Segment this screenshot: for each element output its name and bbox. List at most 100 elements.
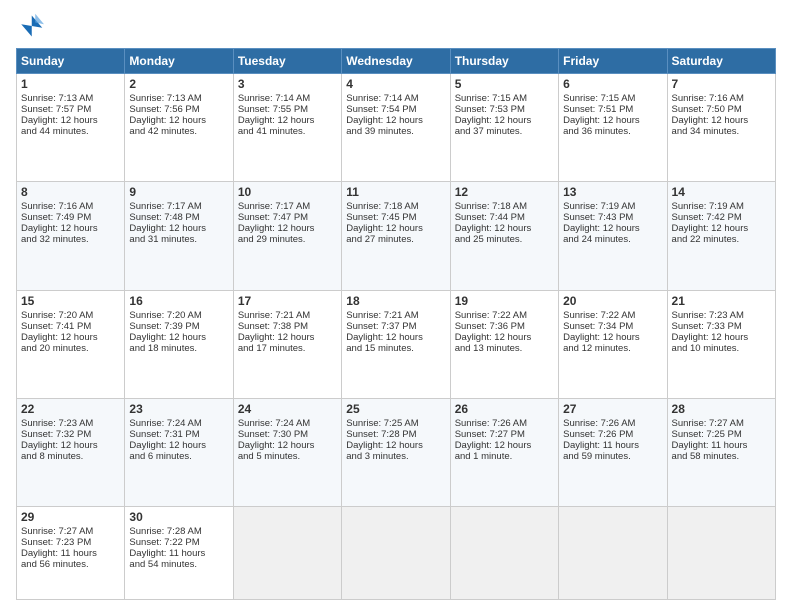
day-number: 8 — [21, 185, 120, 199]
day-info: Sunset: 7:49 PM — [21, 212, 120, 223]
day-number: 1 — [21, 77, 120, 91]
day-info: Sunset: 7:50 PM — [672, 104, 771, 115]
day-number: 16 — [129, 294, 228, 308]
day-info: and 42 minutes. — [129, 126, 228, 137]
day-info: Sunrise: 7:28 AM — [129, 526, 228, 537]
day-info: and 22 minutes. — [672, 234, 771, 245]
day-info: Sunrise: 7:14 AM — [346, 93, 445, 104]
day-number: 10 — [238, 185, 337, 199]
calendar-cell: 6Sunrise: 7:15 AMSunset: 7:51 PMDaylight… — [559, 74, 667, 182]
day-info: and 29 minutes. — [238, 234, 337, 245]
header — [16, 12, 776, 40]
calendar-cell: 2Sunrise: 7:13 AMSunset: 7:56 PMDaylight… — [125, 74, 233, 182]
day-info: and 41 minutes. — [238, 126, 337, 137]
day-info: Daylight: 12 hours — [21, 332, 120, 343]
day-info: Sunrise: 7:26 AM — [563, 418, 662, 429]
day-info: and 44 minutes. — [21, 126, 120, 137]
day-info: Sunrise: 7:24 AM — [238, 418, 337, 429]
day-info: Daylight: 12 hours — [563, 115, 662, 126]
calendar-cell: 23 Sunrise: 7:24 AMSunset: 7:31 PMDayligh… — [125, 399, 233, 507]
day-info: Daylight: 12 hours — [129, 440, 228, 451]
day-info: Daylight: 12 hours — [455, 115, 554, 126]
day-info: Sunrise: 7:22 AM — [563, 310, 662, 321]
page: SundayMondayTuesdayWednesdayThursdayFrid… — [0, 0, 792, 612]
day-info: Daylight: 12 hours — [563, 332, 662, 343]
calendar-cell: 14Sunrise: 7:19 AMSunset: 7:42 PMDayligh… — [667, 182, 775, 290]
calendar-cell: 28Sunrise: 7:27 AMSunset: 7:25 PMDayligh… — [667, 399, 775, 507]
calendar-cell: 27Sunrise: 7:26 AMSunset: 7:26 PMDayligh… — [559, 399, 667, 507]
weekday-header: Friday — [559, 49, 667, 74]
day-info: Sunrise: 7:22 AM — [455, 310, 554, 321]
day-info: Sunrise: 7:25 AM — [346, 418, 445, 429]
day-number: 30 — [129, 510, 228, 524]
day-info: Sunset: 7:57 PM — [21, 104, 120, 115]
weekday-header: Wednesday — [342, 49, 450, 74]
day-info: Sunrise: 7:14 AM — [238, 93, 337, 104]
calendar-table: SundayMondayTuesdayWednesdayThursdayFrid… — [16, 48, 776, 600]
day-number: 24 — [238, 402, 337, 416]
day-info: and 5 minutes. — [238, 451, 337, 462]
day-number: 23 — [129, 402, 228, 416]
calendar-cell: 19Sunrise: 7:22 AMSunset: 7:36 PMDayligh… — [450, 290, 558, 398]
day-info: and 8 minutes. — [21, 451, 120, 462]
day-info: and 25 minutes. — [455, 234, 554, 245]
day-info: Sunset: 7:30 PM — [238, 429, 337, 440]
day-info: Sunset: 7:22 PM — [129, 537, 228, 548]
day-info: Daylight: 12 hours — [129, 223, 228, 234]
day-info: Daylight: 12 hours — [346, 223, 445, 234]
day-number: 7 — [672, 77, 771, 91]
day-info: Sunset: 7:41 PM — [21, 321, 120, 332]
day-info: Sunrise: 7:20 AM — [129, 310, 228, 321]
logo — [16, 12, 48, 40]
calendar-cell: 8Sunrise: 7:16 AMSunset: 7:49 PMDaylight… — [17, 182, 125, 290]
day-info: Sunrise: 7:23 AM — [672, 310, 771, 321]
day-info: Sunset: 7:31 PM — [129, 429, 228, 440]
day-info: and 59 minutes. — [563, 451, 662, 462]
day-info: Sunset: 7:32 PM — [21, 429, 120, 440]
day-info: Sunset: 7:48 PM — [129, 212, 228, 223]
day-info: Sunrise: 7:17 AM — [129, 201, 228, 212]
day-info: and 20 minutes. — [21, 343, 120, 354]
calendar-cell: 30 Sunrise: 7:28 AMSunset: 7:22 PMDayligh… — [125, 507, 233, 600]
day-info: Sunrise: 7:21 AM — [346, 310, 445, 321]
calendar-cell — [233, 507, 341, 600]
weekday-header: Monday — [125, 49, 233, 74]
day-info: Daylight: 12 hours — [563, 223, 662, 234]
calendar-cell: 21Sunrise: 7:23 AMSunset: 7:33 PMDayligh… — [667, 290, 775, 398]
day-info: Sunset: 7:37 PM — [346, 321, 445, 332]
calendar-cell: 20Sunrise: 7:22 AMSunset: 7:34 PMDayligh… — [559, 290, 667, 398]
calendar-cell: 18Sunrise: 7:21 AMSunset: 7:37 PMDayligh… — [342, 290, 450, 398]
day-number: 26 — [455, 402, 554, 416]
day-info: Sunset: 7:34 PM — [563, 321, 662, 332]
calendar-cell: 15Sunrise: 7:20 AMSunset: 7:41 PMDayligh… — [17, 290, 125, 398]
day-info: Sunset: 7:43 PM — [563, 212, 662, 223]
day-info: Sunrise: 7:19 AM — [672, 201, 771, 212]
day-number: 6 — [563, 77, 662, 91]
day-info: Sunset: 7:27 PM — [455, 429, 554, 440]
day-info: Daylight: 11 hours — [21, 548, 120, 559]
weekday-header: Saturday — [667, 49, 775, 74]
day-number: 22 — [21, 402, 120, 416]
day-number: 5 — [455, 77, 554, 91]
day-info: and 3 minutes. — [346, 451, 445, 462]
day-info: Sunset: 7:25 PM — [672, 429, 771, 440]
day-info: Daylight: 11 hours — [129, 548, 228, 559]
calendar-cell — [559, 507, 667, 600]
calendar-cell: 29Sunrise: 7:27 AMSunset: 7:23 PMDayligh… — [17, 507, 125, 600]
calendar-cell: 3Sunrise: 7:14 AMSunset: 7:55 PMDaylight… — [233, 74, 341, 182]
day-info: Daylight: 12 hours — [238, 332, 337, 343]
day-number: 18 — [346, 294, 445, 308]
day-info: and 56 minutes. — [21, 559, 120, 570]
day-info: and 18 minutes. — [129, 343, 228, 354]
day-info: Daylight: 12 hours — [672, 332, 771, 343]
day-info: Daylight: 12 hours — [672, 223, 771, 234]
calendar-cell: 5Sunrise: 7:15 AMSunset: 7:53 PMDaylight… — [450, 74, 558, 182]
day-info: Sunset: 7:26 PM — [563, 429, 662, 440]
day-info: and 1 minute. — [455, 451, 554, 462]
calendar-cell: 24Sunrise: 7:24 AMSunset: 7:30 PMDayligh… — [233, 399, 341, 507]
day-number: 29 — [21, 510, 120, 524]
day-info: Daylight: 12 hours — [455, 223, 554, 234]
day-info: Sunrise: 7:24 AM — [129, 418, 228, 429]
day-info: Sunset: 7:56 PM — [129, 104, 228, 115]
day-info: and 31 minutes. — [129, 234, 228, 245]
